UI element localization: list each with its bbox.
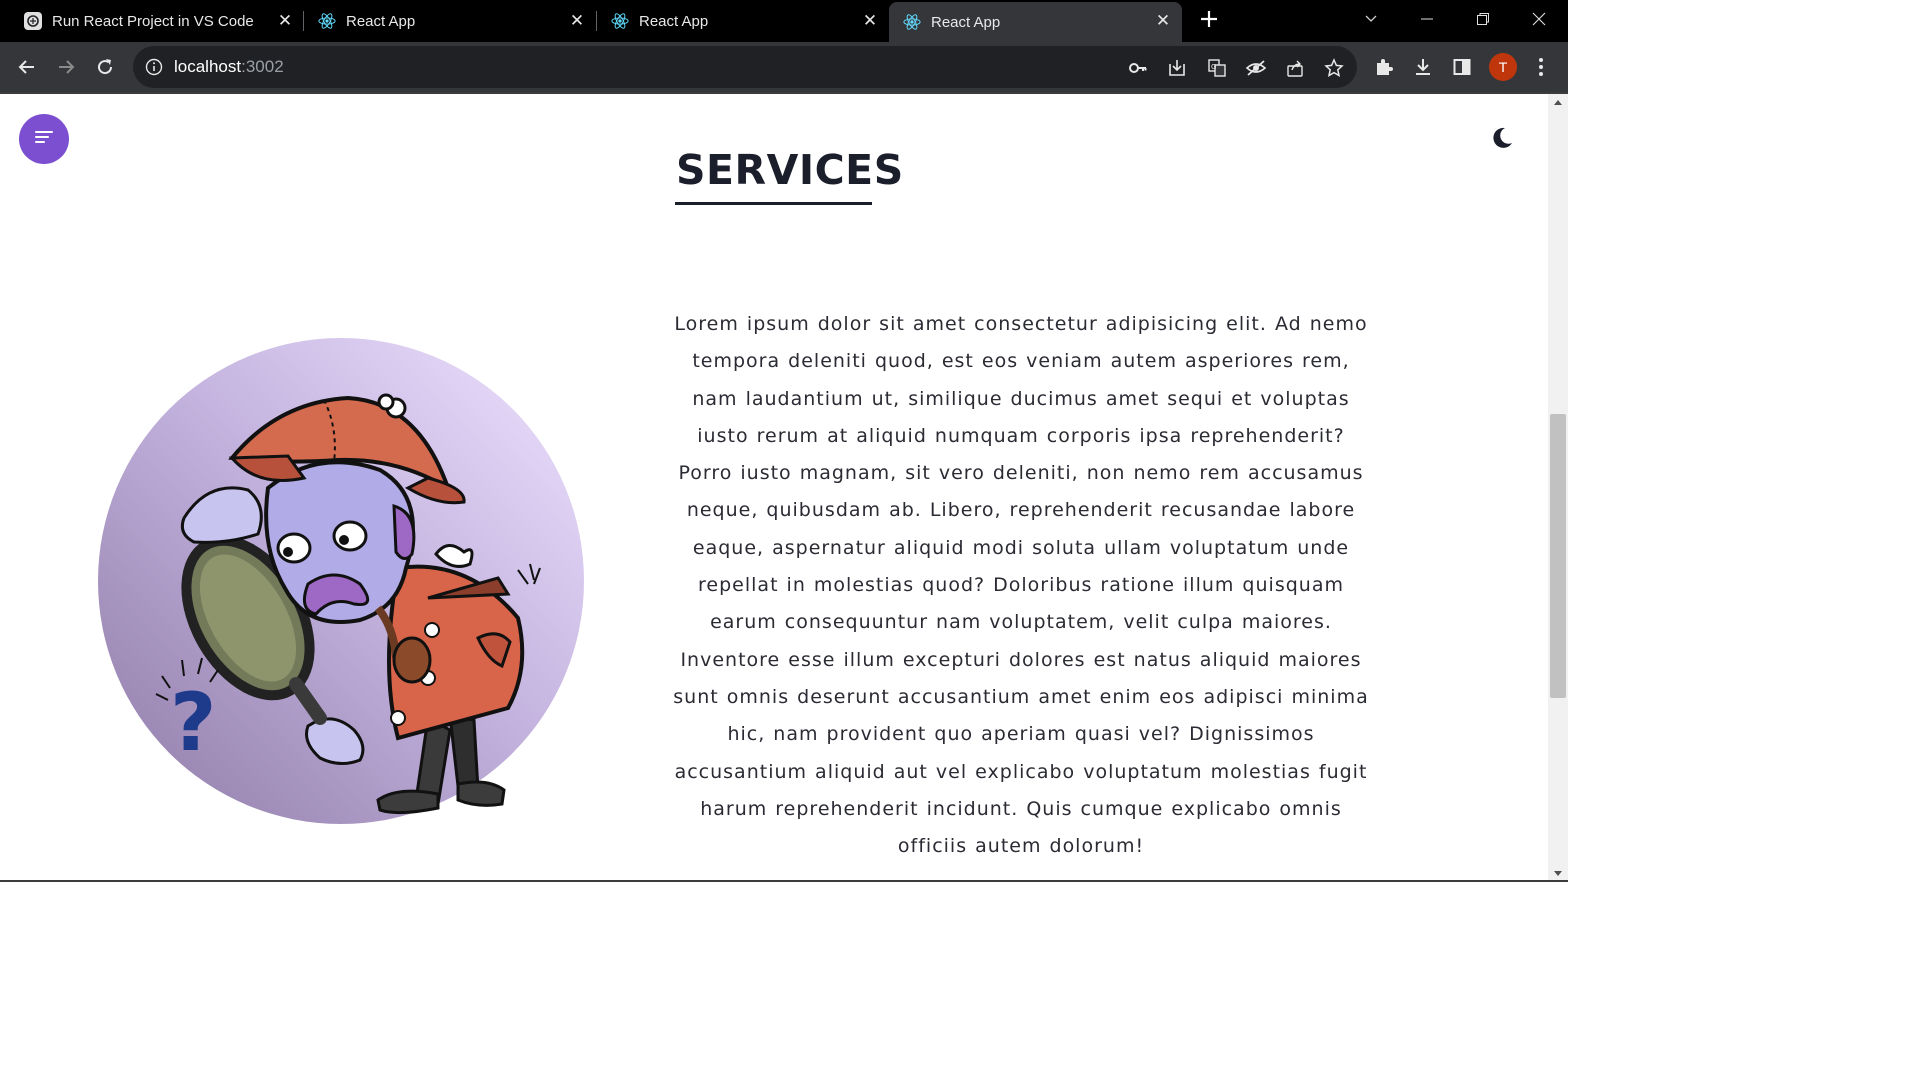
detective-illustration: ? <box>98 338 584 830</box>
back-button[interactable] <box>13 53 41 81</box>
tab-run-react[interactable]: Run React Project in VS Code ✕ <box>14 0 304 42</box>
install-app-icon[interactable] <box>1166 57 1188 79</box>
scroll-up-arrow-icon[interactable] <box>1554 100 1562 105</box>
minimize-button[interactable] <box>1404 0 1450 38</box>
tab-title: React App <box>346 12 416 30</box>
new-tab-button[interactable] <box>1196 8 1222 34</box>
page-title: SERVICES <box>676 146 904 194</box>
vertical-scrollbar[interactable] <box>1548 94 1568 882</box>
profile-avatar[interactable]: T <box>1489 53 1517 81</box>
scrollbar-thumb[interactable] <box>1550 414 1566 698</box>
info-icon[interactable] <box>145 58 163 76</box>
extensions-icon[interactable] <box>1372 55 1396 79</box>
tab-react-app-1[interactable]: React App ✕ <box>304 0 596 42</box>
address-bar[interactable]: localhost:3002 G <box>133 46 1357 88</box>
react-icon <box>903 13 921 31</box>
tab-strip: Run React Project in VS Code ✕ React App… <box>0 0 1568 42</box>
restore-button[interactable] <box>1460 0 1506 38</box>
close-icon[interactable]: ✕ <box>861 12 879 30</box>
react-icon <box>318 12 336 30</box>
close-icon[interactable]: ✕ <box>276 12 294 30</box>
share-icon[interactable] <box>1284 57 1306 79</box>
tab-react-app-2[interactable]: React App ✕ <box>597 0 889 42</box>
chatgpt-icon <box>24 12 42 30</box>
theme-toggle-button[interactable] <box>1488 124 1516 152</box>
side-panel-icon[interactable] <box>1450 55 1474 79</box>
close-icon[interactable]: ✕ <box>1154 12 1172 30</box>
tab-title: React App <box>931 13 1001 31</box>
translate-icon[interactable]: G <box>1206 57 1228 79</box>
url-host: localhost <box>174 57 242 76</box>
page-content: SERVICES ? Lorem ipsum dolor sit amet co… <box>0 94 1548 882</box>
svg-text:G: G <box>1211 63 1216 71</box>
close-icon[interactable]: ✕ <box>568 12 586 30</box>
menu-button[interactable] <box>19 114 69 164</box>
tab-react-app-active[interactable]: React App ✕ <box>889 2 1182 42</box>
eye-off-icon[interactable] <box>1245 57 1267 79</box>
tab-search-chevron-icon[interactable] <box>1348 0 1394 38</box>
svg-text:?: ? <box>170 676 216 769</box>
key-icon[interactable] <box>1127 57 1149 79</box>
tab-title: React App <box>639 12 709 30</box>
tab-title: Run React Project in VS Code <box>52 12 254 30</box>
bookmark-star-icon[interactable] <box>1323 57 1345 79</box>
window-bottom-edge <box>0 880 1568 882</box>
title-underline <box>675 202 872 205</box>
moon-icon <box>1488 127 1516 156</box>
menu-lines-icon <box>34 129 54 149</box>
forward-button[interactable] <box>52 53 80 81</box>
url-text[interactable]: localhost:3002 <box>174 57 284 77</box>
services-description: Lorem ipsum dolor sit amet consectetur a… <box>673 313 1369 858</box>
scroll-down-arrow-icon[interactable] <box>1554 871 1562 876</box>
more-menu-icon[interactable] <box>1529 55 1553 79</box>
url-port: :3002 <box>241 57 284 76</box>
close-window-button[interactable] <box>1516 0 1562 38</box>
browser-toolbar: localhost:3002 G T <box>0 42 1568 92</box>
reload-button[interactable] <box>91 53 119 81</box>
react-icon <box>611 12 629 30</box>
downloads-icon[interactable] <box>1411 55 1435 79</box>
